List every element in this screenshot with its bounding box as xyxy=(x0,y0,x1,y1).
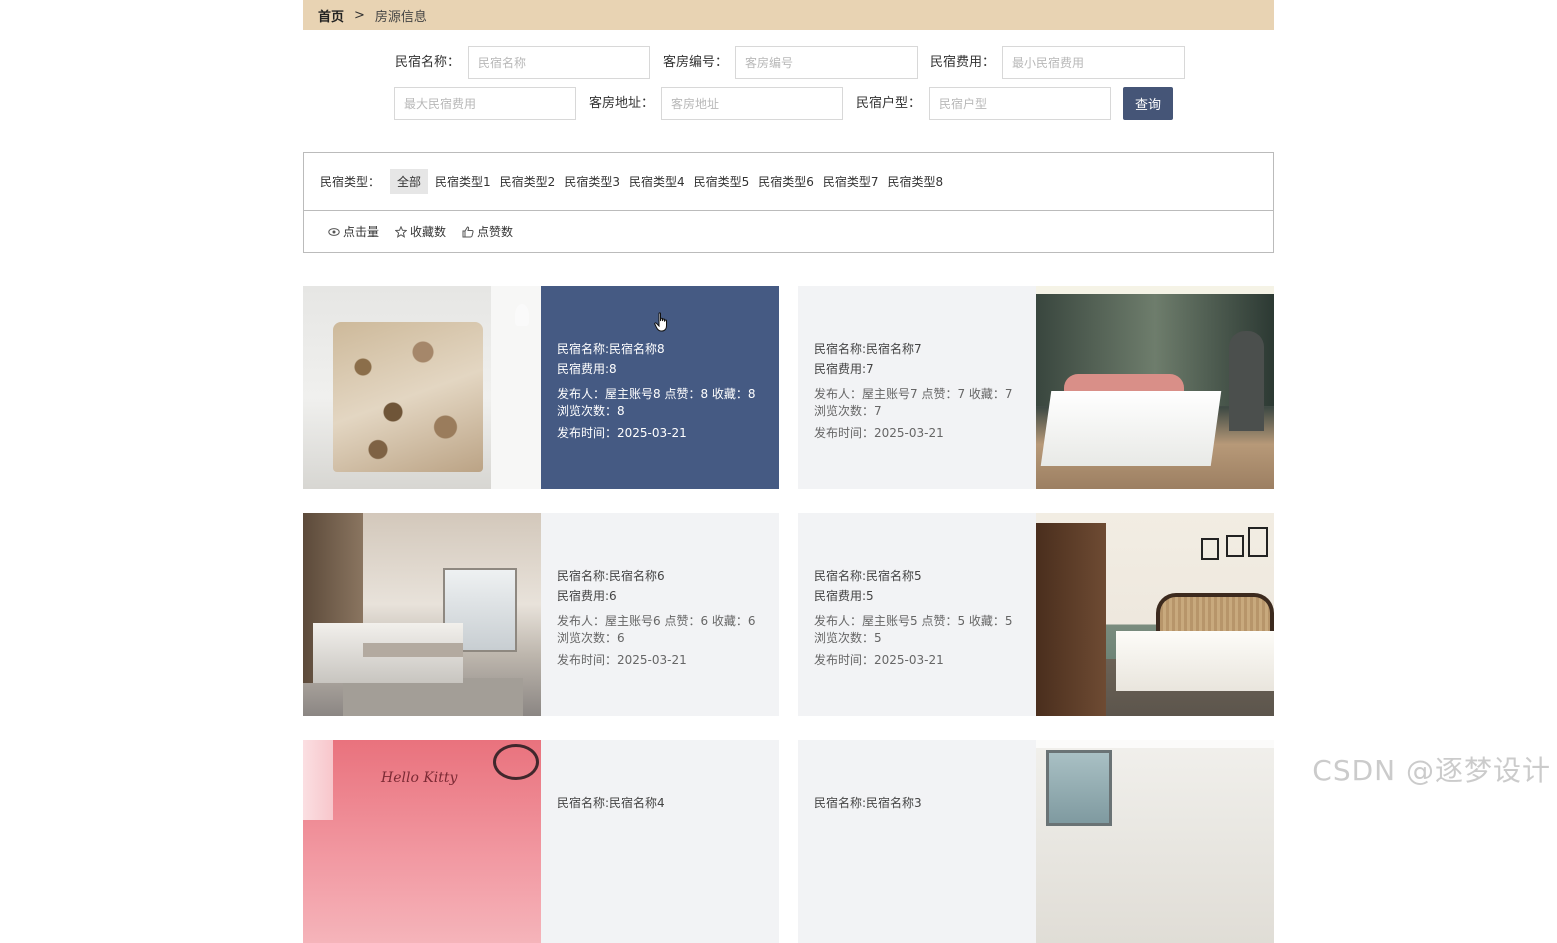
listing-fee: 民宿费用:5 xyxy=(814,589,874,603)
breadcrumb-home-link[interactable]: 首页 xyxy=(318,6,344,25)
listing-info: 民宿名称:民宿名称5 民宿费用:5 发布人：屋主账号5 点赞：5 收藏：5 浏览… xyxy=(798,513,1036,716)
listing-views: 浏览次数：7 xyxy=(814,404,882,418)
listing-image[interactable] xyxy=(303,286,541,489)
name-label: 民宿名称： xyxy=(395,55,461,70)
sort-likes[interactable]: 点赞数 xyxy=(462,223,513,240)
listing-card[interactable]: 民宿名称:民宿名称7 民宿费用:7 发布人：屋主账号7 点赞：7 收藏：7 浏览… xyxy=(798,286,1274,489)
listing-image[interactable] xyxy=(1036,740,1274,943)
listing-stats: 发布人：屋主账号7 点赞：7 收藏：7 xyxy=(814,387,1013,401)
breadcrumb-separator: > xyxy=(354,7,365,23)
listing-time: 发布时间：2025-03-21 xyxy=(557,653,687,667)
fee-label: 民宿费用： xyxy=(930,55,996,70)
type-option[interactable]: 民宿类型5 xyxy=(691,169,753,194)
listing-views: 浏览次数：6 xyxy=(557,631,625,645)
listing-fee: 民宿费用:6 xyxy=(557,589,617,603)
filter-panel: 民宿类型： 全部 民宿类型1 民宿类型2 民宿类型3 民宿类型4 民宿类型5 民… xyxy=(303,152,1274,253)
listing-name: 民宿名称:民宿名称6 xyxy=(557,569,665,583)
type-filter-row: 民宿类型： 全部 民宿类型1 民宿类型2 民宿类型3 民宿类型4 民宿类型5 民… xyxy=(304,153,1273,211)
type-option[interactable]: 民宿类型8 xyxy=(885,169,947,194)
listing-views: 浏览次数：5 xyxy=(814,631,882,645)
listing-stats: 发布人：屋主账号6 点赞：6 收藏：6 xyxy=(557,614,756,628)
sort-clicks-label: 点击量 xyxy=(343,225,380,239)
address-input[interactable] xyxy=(661,87,843,120)
listing-name: 民宿名称:民宿名称4 xyxy=(557,796,665,810)
star-icon xyxy=(395,225,408,238)
room-no-label: 客房编号： xyxy=(663,55,729,70)
breadcrumb-current: 房源信息 xyxy=(374,9,427,25)
eye-icon xyxy=(328,227,340,236)
sort-likes-label: 点赞数 xyxy=(477,225,514,239)
type-option-all[interactable]: 全部 xyxy=(390,169,429,194)
name-input[interactable] xyxy=(468,46,650,79)
sort-favorites[interactable]: 收藏数 xyxy=(395,223,446,240)
listing-info: 民宿名称:民宿名称3 xyxy=(798,740,1036,943)
type-filter-label: 民宿类型： xyxy=(320,175,381,189)
listing-name: 民宿名称:民宿名称8 xyxy=(557,342,665,356)
listing-name: 民宿名称:民宿名称3 xyxy=(814,796,922,810)
type-option[interactable]: 民宿类型7 xyxy=(820,169,882,194)
listing-time: 发布时间：2025-03-21 xyxy=(814,653,944,667)
type-option[interactable]: 民宿类型3 xyxy=(561,169,623,194)
type-option[interactable]: 民宿类型6 xyxy=(755,169,817,194)
type-option[interactable]: 民宿类型2 xyxy=(497,169,559,194)
max-fee-input[interactable] xyxy=(394,87,576,120)
breadcrumb: 首页 > 房源信息 xyxy=(303,0,1274,30)
listing-info: 民宿名称:民宿名称4 xyxy=(541,740,779,943)
listing-card[interactable]: 民宿名称:民宿名称8 民宿费用:8 发布人：屋主账号8 点赞：8 收藏：8 浏览… xyxy=(303,286,779,489)
listing-image[interactable]: Hello Kitty xyxy=(303,740,541,943)
room-no-input[interactable] xyxy=(735,46,918,79)
sort-row: 点击量 收藏数 点赞数 xyxy=(304,211,1273,252)
listing-info: 民宿名称:民宿名称6 民宿费用:6 发布人：屋主账号6 点赞：6 收藏：6 浏览… xyxy=(541,513,779,716)
type-option[interactable]: 民宿类型4 xyxy=(626,169,688,194)
listing-stats: 发布人：屋主账号8 点赞：8 收藏：8 xyxy=(557,387,756,401)
listing-views: 浏览次数：8 xyxy=(557,404,625,418)
listing-name: 民宿名称:民宿名称5 xyxy=(814,569,922,583)
sort-clicks[interactable]: 点击量 xyxy=(328,223,379,240)
watermark: CSDN @逐梦设计 xyxy=(1312,754,1551,787)
listing-stats: 发布人：屋主账号5 点赞：5 收藏：5 xyxy=(814,614,1013,628)
listing-name: 民宿名称:民宿名称7 xyxy=(814,342,922,356)
address-label: 客房地址： xyxy=(589,96,655,111)
sort-favorites-label: 收藏数 xyxy=(410,225,447,239)
layout-label: 民宿户型： xyxy=(856,96,922,111)
hand-cursor-icon xyxy=(654,312,667,332)
listing-card[interactable]: Hello Kitty 民宿名称:民宿名称4 xyxy=(303,740,779,943)
listing-image[interactable] xyxy=(303,513,541,716)
listing-card[interactable]: 民宿名称:民宿名称5 民宿费用:5 发布人：屋主账号5 点赞：5 收藏：5 浏览… xyxy=(798,513,1274,716)
page-container: 首页 > 房源信息 xyxy=(303,0,1274,30)
min-fee-input[interactable] xyxy=(1002,46,1185,79)
listing-card[interactable]: 民宿名称:民宿名称6 民宿费用:6 发布人：屋主账号6 点赞：6 收藏：6 浏览… xyxy=(303,513,779,716)
listing-image[interactable] xyxy=(1036,513,1274,716)
layout-input[interactable] xyxy=(929,87,1111,120)
thumbs-up-icon xyxy=(462,225,474,237)
listing-time: 发布时间：2025-03-21 xyxy=(557,426,687,440)
listing-fee: 民宿费用:7 xyxy=(814,362,874,376)
listing-time: 发布时间：2025-03-21 xyxy=(814,426,944,440)
listing-info: 民宿名称:民宿名称7 民宿费用:7 发布人：屋主账号7 点赞：7 收藏：7 浏览… xyxy=(798,286,1036,489)
listing-card[interactable]: 民宿名称:民宿名称3 xyxy=(798,740,1274,943)
image-caption: Hello Kitty xyxy=(381,770,458,786)
type-option[interactable]: 民宿类型1 xyxy=(432,169,494,194)
listing-fee: 民宿费用:8 xyxy=(557,362,617,376)
listing-image[interactable] xyxy=(1036,286,1274,489)
query-button[interactable]: 查询 xyxy=(1123,87,1173,120)
